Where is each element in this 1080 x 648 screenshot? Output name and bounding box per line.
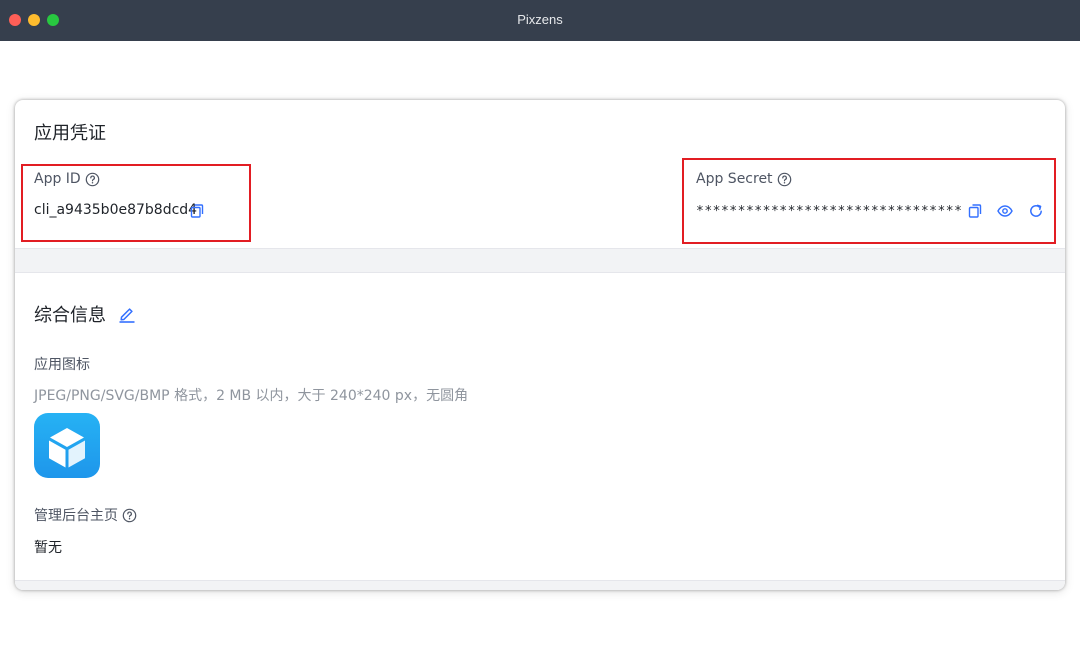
credentials-section-title: 应用凭证: [34, 123, 106, 144]
app-secret-label-group: App Secret: [696, 171, 792, 187]
homepage-label: 管理后台主页: [34, 508, 118, 524]
copy-app-secret-icon[interactable]: [967, 203, 983, 219]
app-id-label: App ID: [34, 171, 81, 187]
copy-app-id-icon[interactable]: [189, 203, 205, 219]
app-id-label-group: App ID: [34, 171, 100, 187]
general-section-title: 综合信息: [34, 305, 106, 326]
app-icon-label: 应用图标: [34, 357, 90, 373]
help-circle-icon[interactable]: [777, 172, 792, 187]
window-title: Pixzens: [517, 12, 563, 27]
help-circle-icon[interactable]: [85, 172, 100, 187]
app-icon-hint: JPEG/PNG/SVG/BMP 格式，2 MB 以内，大于 240*240 p…: [34, 388, 469, 404]
cube-icon: [49, 428, 85, 468]
section-divider: [15, 248, 1065, 273]
app-secret-value: ********************************: [696, 204, 963, 219]
help-circle-icon[interactable]: [122, 508, 137, 523]
app-secret-label: App Secret: [696, 171, 773, 187]
general-section-header: 综合信息: [34, 301, 136, 327]
card-footer-divider: [15, 580, 1065, 590]
eye-icon[interactable]: [997, 203, 1013, 219]
app-logo[interactable]: [34, 413, 100, 478]
window-titlebar: Pixzens: [0, 0, 1080, 41]
refresh-icon[interactable]: [1028, 203, 1044, 219]
app-settings-card: 应用凭证 App ID cli_a9435b0e87b8dcd4 App Sec…: [15, 100, 1065, 590]
homepage-value: 暂无: [34, 540, 62, 556]
homepage-label-group: 管理后台主页: [34, 505, 137, 525]
edit-icon[interactable]: [118, 305, 136, 323]
app-id-value: cli_a9435b0e87b8dcd4: [34, 202, 198, 218]
